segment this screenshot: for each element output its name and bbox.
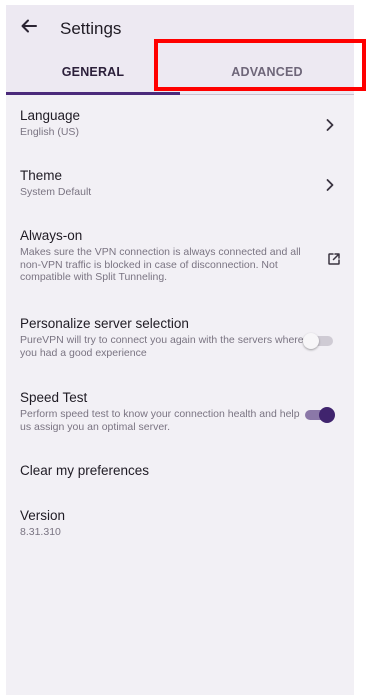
settings-screen: Settings GENERAL ADVANCED Language Engli… [6, 5, 354, 695]
tab-advanced[interactable]: ADVANCED [180, 49, 354, 94]
chevron-right-icon [324, 118, 336, 132]
back-button[interactable] [18, 17, 40, 39]
version-value: 8.31.310 [20, 526, 61, 538]
clear-preferences-label: Clear my preferences [20, 463, 150, 478]
personalize-title: Personalize server selection [20, 316, 189, 331]
tab-bar: GENERAL ADVANCED [6, 49, 354, 95]
toggle-thumb [303, 333, 319, 349]
app-bar: Settings [6, 5, 354, 49]
theme-setting[interactable]: Theme System Default [6, 168, 354, 206]
toggle-thumb [319, 407, 335, 423]
personalize-server-setting: Personalize server selection PureVPN wil… [6, 316, 354, 364]
speed-test-toggle[interactable] [303, 406, 337, 424]
theme-value: System Default [20, 186, 92, 198]
tab-general[interactable]: GENERAL [6, 49, 180, 94]
always-on-description: Makes sure the VPN connection is always … [20, 246, 301, 284]
language-value: English (US) [20, 126, 79, 138]
theme-title: Theme [20, 168, 63, 183]
speed-test-title: Speed Test [20, 390, 88, 405]
version-info: Version 8.31.310 [6, 508, 354, 544]
speed-test-setting: Speed Test Perform speed test to know yo… [6, 390, 354, 438]
personalize-description: PureVPN will try to connect you again wi… [20, 334, 304, 359]
language-title: Language [20, 108, 81, 123]
page-title: Settings [60, 19, 122, 38]
always-on-setting[interactable]: Always-on Makes sure the VPN connection … [6, 228, 354, 290]
tab-indicator [6, 92, 180, 95]
language-setting[interactable]: Language English (US) [6, 108, 354, 146]
speed-test-description: Perform speed test to know your connecti… [20, 408, 300, 433]
personalize-toggle[interactable] [303, 332, 337, 350]
clear-preferences-button[interactable]: Clear my preferences [6, 463, 354, 483]
always-on-title: Always-on [20, 228, 83, 243]
open-external-icon[interactable] [327, 252, 341, 266]
arrow-left-icon [20, 17, 38, 40]
chevron-right-icon [324, 178, 336, 192]
version-title: Version [20, 508, 66, 523]
